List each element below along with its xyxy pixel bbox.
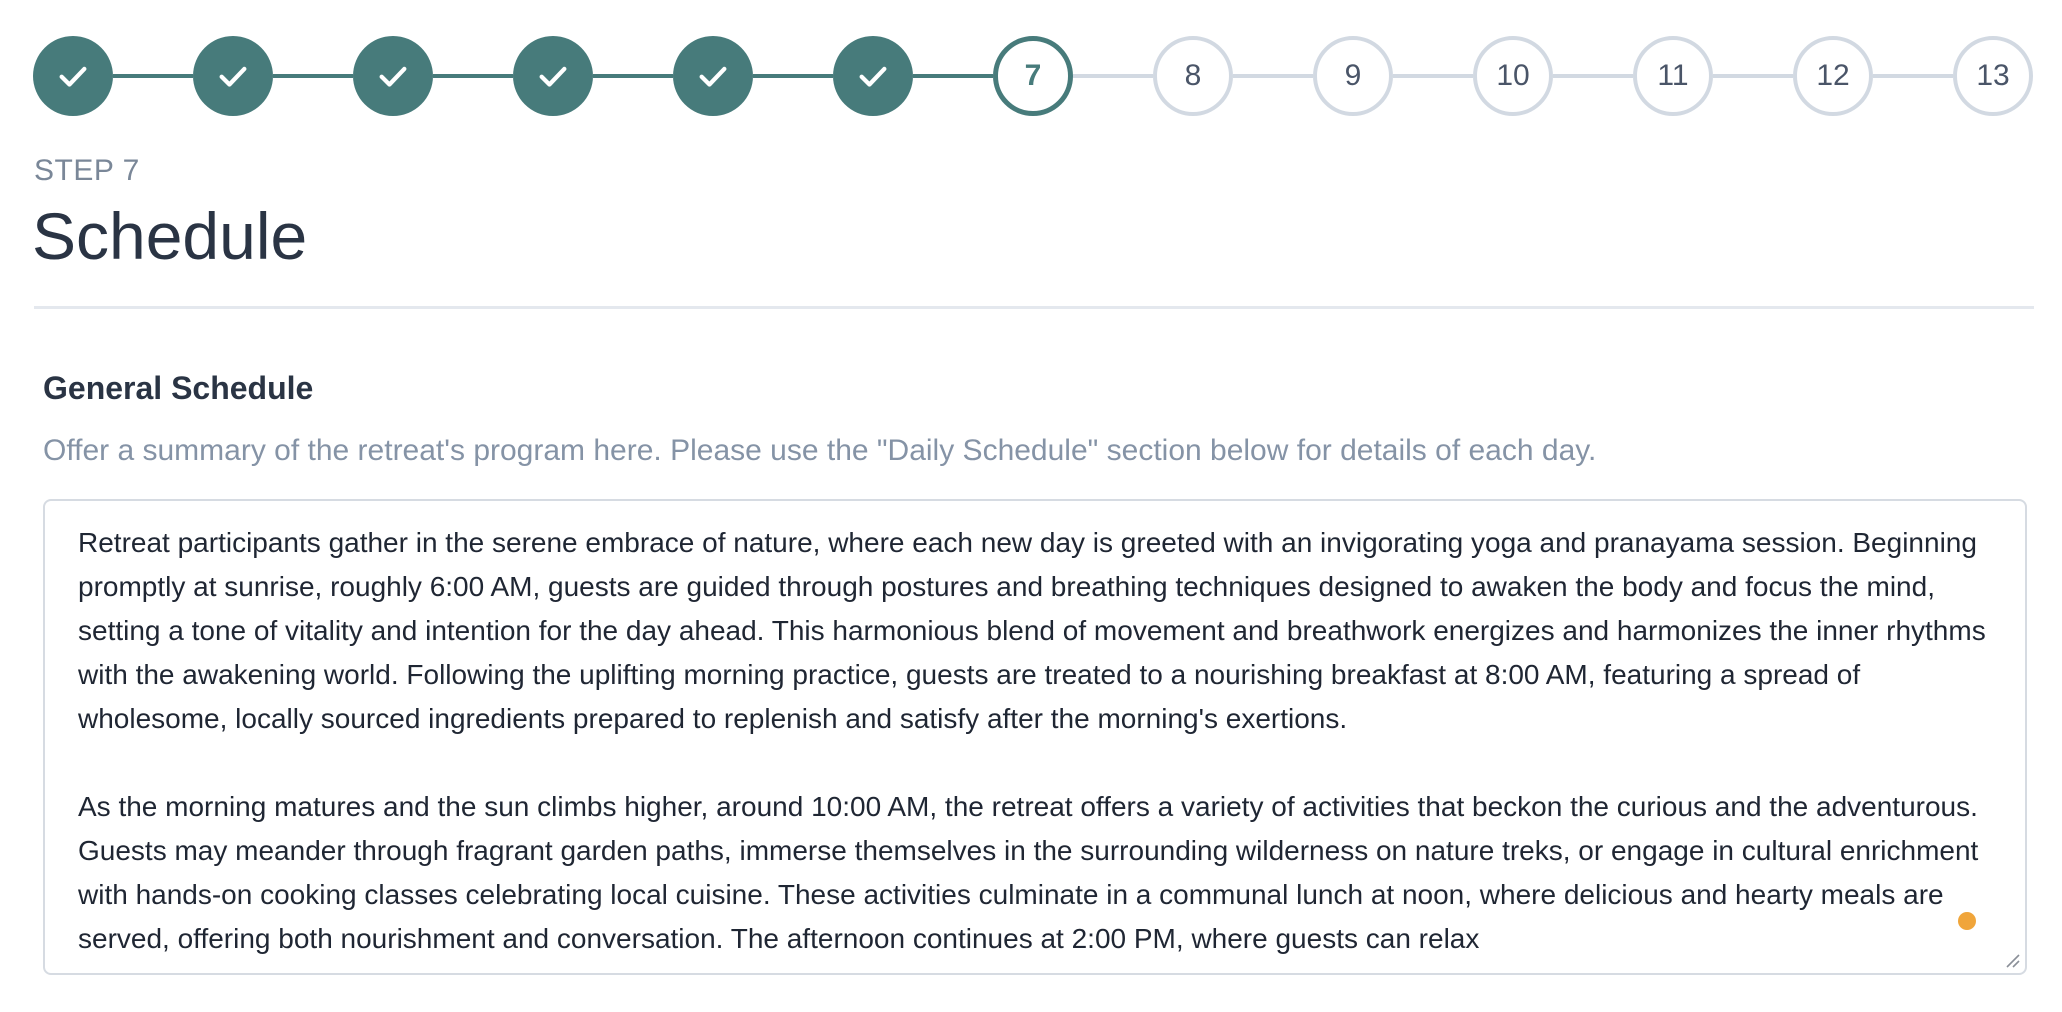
header-divider [34, 306, 2034, 309]
progress-stepper: 7 8 9 10 11 12 13 [33, 36, 2033, 116]
step-connector [1233, 74, 1313, 78]
step-2-circle[interactable] [193, 36, 273, 116]
step-9-circle[interactable]: 9 [1313, 36, 1393, 116]
indicator-dot [1958, 912, 1976, 930]
step-number: 10 [1496, 59, 1530, 92]
step-3-circle[interactable] [353, 36, 433, 116]
step-1-circle[interactable] [33, 36, 113, 116]
check-icon [379, 66, 407, 87]
step-number: 13 [1976, 59, 2010, 92]
step-8-circle[interactable]: 8 [1153, 36, 1233, 116]
step-connector [273, 74, 353, 78]
step-4-circle[interactable] [513, 36, 593, 116]
page-title: Schedule [32, 199, 308, 273]
step-number: 11 [1657, 59, 1689, 92]
check-icon [219, 66, 247, 87]
general-schedule-help: Offer a summary of the retreat's program… [43, 434, 1597, 467]
step-kicker: STEP 7 [34, 154, 140, 187]
step-5-circle[interactable] [673, 36, 753, 116]
schedule-paragraph: Retreat participants gather in the seren… [78, 527, 1986, 734]
check-icon [699, 66, 727, 87]
step-7-circle[interactable]: 7 [993, 36, 1073, 116]
step-number: 12 [1816, 59, 1850, 92]
general-schedule-textarea[interactable]: Retreat participants gather in the seren… [43, 499, 2027, 975]
step-number: 9 [1344, 59, 1362, 92]
step-connector [753, 74, 833, 78]
resize-handle-icon[interactable] [2003, 951, 2021, 969]
textarea-content[interactable]: Retreat participants gather in the seren… [45, 501, 2025, 961]
general-schedule-label: General Schedule [43, 370, 314, 406]
step-11-circle[interactable]: 11 [1633, 36, 1713, 116]
schedule-paragraph: As the morning matures and the sun climb… [78, 791, 1979, 954]
check-icon [859, 66, 887, 87]
step-13-circle[interactable]: 13 [1953, 36, 2033, 116]
step-12-circle[interactable]: 12 [1793, 36, 1873, 116]
step-connector [1073, 74, 1153, 78]
step-6-circle[interactable] [833, 36, 913, 116]
step-connector [593, 74, 673, 78]
step-connector [1873, 74, 1953, 78]
step-connector [1393, 74, 1473, 78]
step-connector [433, 74, 513, 78]
check-icon [59, 66, 87, 87]
step-connector [1713, 74, 1793, 78]
step-number: 7 [1024, 59, 1042, 92]
step-10-circle[interactable]: 10 [1473, 36, 1553, 116]
check-icon [539, 66, 567, 87]
step-connector [1553, 74, 1633, 78]
step-connector [913, 74, 993, 78]
step-number: 8 [1184, 59, 1202, 92]
step-connector [113, 74, 193, 78]
retreat-form-page: 7 8 9 10 11 12 13 STEP 7 Schedule General Sche… [0, 0, 2062, 1012]
